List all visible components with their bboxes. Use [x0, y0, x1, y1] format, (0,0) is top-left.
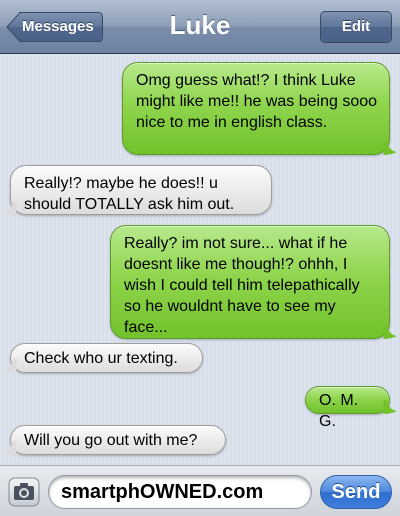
message-text: Omg guess what!? I think Luke might like…	[136, 72, 378, 131]
received-message-bubble[interactable]: Check who ur texting.	[3, 343, 203, 373]
bubble-tail	[3, 441, 17, 455]
message-text: Check who ur texting.	[24, 350, 178, 367]
bubble-tail	[383, 141, 397, 155]
bubble-tail	[383, 400, 397, 414]
sent-message-bubble[interactable]: Really? im not sure... what if he doesnt…	[110, 225, 397, 339]
message-text: Really!? maybe he does!! u should TOTALL…	[24, 175, 235, 213]
message-text: Really? im not sure... what if he doesnt…	[124, 235, 360, 336]
compose-bar: smartphOWNED.com Send	[0, 465, 400, 516]
message-text: Will you go out with me?	[24, 432, 198, 449]
bubble-tail	[383, 325, 397, 339]
bubble-tail	[3, 201, 17, 215]
sent-message-bubble[interactable]: O. M. G.	[305, 386, 397, 430]
navigation-bar: Messages Luke Edit	[0, 0, 400, 54]
sent-message-bubble[interactable]: Omg guess what!? I think Luke might like…	[122, 62, 397, 155]
received-message-bubble[interactable]: Will you go out with me?	[3, 425, 226, 455]
send-button[interactable]: Send	[320, 475, 392, 509]
edit-button[interactable]: Edit	[320, 11, 392, 43]
message-thread[interactable]: Omg guess what!? I think Luke might like…	[0, 55, 400, 465]
camera-icon[interactable]	[8, 477, 40, 507]
bubble-tail	[3, 359, 17, 373]
message-input[interactable]: smartphOWNED.com	[48, 475, 312, 509]
received-message-bubble[interactable]: Really!? maybe he does!! u should TOTALL…	[3, 165, 272, 215]
message-text: O. M. G.	[319, 392, 359, 430]
